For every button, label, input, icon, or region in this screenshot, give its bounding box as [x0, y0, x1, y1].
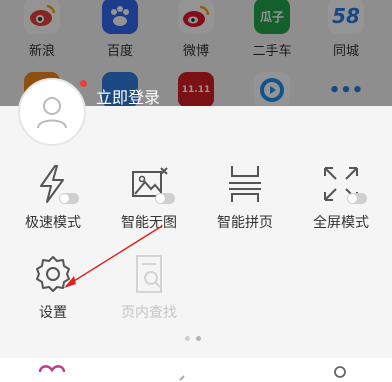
menu-find-in-page[interactable]: 页内查找 — [104, 252, 194, 322]
lightning-icon — [31, 162, 79, 206]
find-page-icon — [127, 252, 171, 296]
menu-smart-page[interactable]: 智能拼页 — [200, 162, 290, 232]
login-link[interactable]: 立即登录 — [96, 84, 160, 108]
menu-label: 智能无图 — [121, 215, 177, 231]
menu-label: 设置 — [39, 305, 67, 321]
menu-settings[interactable]: 设置 — [8, 252, 98, 322]
page-dot — [185, 336, 190, 341]
favorite-icon[interactable] — [38, 365, 66, 373]
toggle-switch[interactable] — [155, 193, 175, 204]
toggle-switch[interactable] — [347, 193, 367, 204]
notification-dot — [80, 80, 87, 87]
gear-icon — [31, 252, 75, 296]
menu-sheet: 极速模式 智能无图 智能拼页 全屏模式 设置 页内查找 — [0, 106, 392, 382]
menu-label: 全屏模式 — [313, 215, 369, 231]
menu-fullscreen[interactable]: 全屏模式 — [296, 162, 386, 232]
avatar[interactable] — [18, 78, 86, 146]
user-icon — [37, 97, 67, 129]
menu-label: 页内查找 — [121, 305, 177, 321]
page-dot-active — [196, 336, 201, 341]
fullscreen-icon — [319, 162, 367, 206]
toolbar-icon[interactable] — [179, 375, 185, 381]
share-icon[interactable] — [334, 366, 346, 378]
menu-fast-mode[interactable]: 极速模式 — [8, 162, 98, 232]
page-indicator — [185, 336, 201, 341]
bottom-toolbar — [0, 358, 392, 382]
page-join-icon — [223, 162, 267, 206]
menu-label: 极速模式 — [25, 215, 81, 231]
image-off-icon — [127, 162, 175, 206]
menu-no-image[interactable]: 智能无图 — [104, 162, 194, 232]
menu-label: 智能拼页 — [217, 215, 273, 231]
toggle-switch[interactable] — [59, 193, 79, 204]
